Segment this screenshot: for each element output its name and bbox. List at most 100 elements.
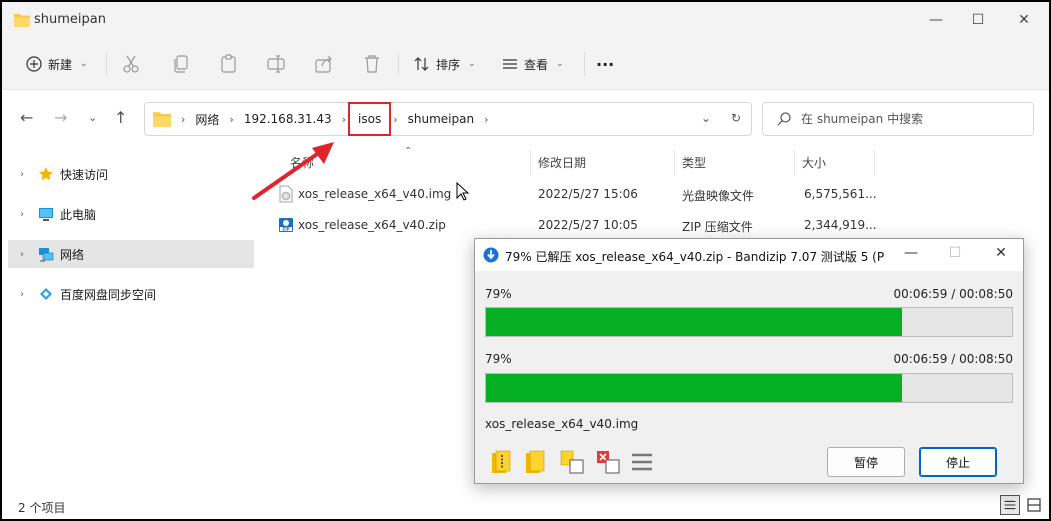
- sidebar-item-label: 网络: [60, 247, 85, 262]
- folder-icon: [14, 14, 30, 27]
- sort-icon: [414, 57, 429, 71]
- navigation-pane: › 快速访问 › 此电脑 › 网络 › 百度网盘同步空间: [2, 146, 258, 491]
- current-file-label: xos_release_x64_v40.img: [485, 417, 639, 431]
- progress-time-label: 00:06:59 / 00:08:50: [893, 352, 1013, 366]
- zip-file-icon: ZIP: [279, 218, 293, 232]
- chevron-down-icon: ⌄: [80, 59, 88, 69]
- divider: [106, 52, 107, 76]
- more-options-button[interactable]: ···: [596, 52, 614, 76]
- file-date: 2022/5/27 15:06: [538, 187, 638, 201]
- cut-icon[interactable]: [122, 54, 140, 74]
- back-arrow-icon[interactable]: ←: [20, 108, 33, 127]
- sort-label: 排序: [436, 57, 461, 72]
- chevron-right-icon: ›: [484, 112, 489, 126]
- column-divider[interactable]: [794, 150, 795, 176]
- pause-button[interactable]: 暂停: [827, 447, 905, 477]
- address-bar[interactable]: › 网络 › 192.168.31.43 › isos › shumeipan …: [144, 102, 752, 136]
- close-button[interactable]: ✕: [1014, 10, 1034, 30]
- tiles-view-icon[interactable]: [1024, 495, 1044, 515]
- network-icon: [39, 248, 54, 262]
- title-bar: shumeipan — ☐ ✕: [2, 2, 1049, 38]
- dialog-close-button[interactable]: ✕: [991, 245, 1011, 261]
- sidebar-item-label: 百度网盘同步空间: [60, 287, 157, 302]
- progress-bar-total: [485, 373, 1013, 403]
- search-icon: [777, 112, 791, 126]
- chevron-right-icon[interactable]: ›: [12, 289, 32, 300]
- chevron-right-icon[interactable]: ›: [12, 209, 32, 220]
- view-label: 查看: [524, 57, 549, 72]
- open-output-folder-icon[interactable]: [523, 449, 549, 475]
- dialog-minimize-button[interactable]: —: [901, 245, 921, 261]
- bandizip-icon: [483, 247, 499, 263]
- progress-percent-label: 79%: [485, 352, 512, 366]
- delete-icon[interactable]: [363, 54, 381, 74]
- column-divider[interactable]: [674, 150, 675, 176]
- new-label: 新建: [48, 57, 73, 72]
- folder-icon: [153, 112, 171, 127]
- sidebar-item-label: 此电脑: [60, 207, 97, 222]
- progress-time-label: 00:06:59 / 00:08:50: [893, 287, 1013, 301]
- plus-circle-icon: [26, 56, 42, 72]
- column-divider[interactable]: [874, 150, 875, 176]
- svg-text:ZIP: ZIP: [282, 227, 289, 232]
- computer-icon: [39, 208, 53, 221]
- share-icon[interactable]: [315, 54, 333, 74]
- sidebar-item-quick-access[interactable]: › 快速访问: [8, 160, 254, 188]
- progress-fill: [486, 308, 902, 336]
- address-history-chevron-icon[interactable]: ⌄: [701, 111, 711, 125]
- table-row[interactable]: ZIP xos_release_x64_v40.zip 2022/5/27 10…: [274, 212, 894, 238]
- search-box[interactable]: [762, 102, 1034, 136]
- rename-icon[interactable]: [267, 54, 285, 74]
- stop-button[interactable]: 停止: [919, 447, 997, 477]
- file-size: 2,344,919...: [804, 218, 877, 232]
- divider: [398, 52, 399, 76]
- breadcrumb-current[interactable]: shumeipan: [408, 112, 474, 126]
- sort-ascending-icon: ⌃: [404, 146, 413, 157]
- paste-icon[interactable]: [220, 54, 238, 74]
- window-title: shumeipan: [34, 12, 106, 27]
- chevron-right-icon[interactable]: ›: [12, 249, 32, 260]
- chevron-right-icon: ›: [341, 112, 347, 126]
- baidu-sync-icon: [40, 288, 52, 300]
- new-button[interactable]: 新建 ⌄: [26, 52, 88, 76]
- table-row[interactable]: xos_release_x64_v40.img 2022/5/27 15:06 …: [274, 181, 894, 207]
- refresh-icon[interactable]: ↻: [731, 111, 741, 125]
- minimize-button[interactable]: —: [926, 10, 946, 30]
- command-bar: 新建 ⌄ 排序 ⌄ 查看 ⌄ ···: [2, 38, 1049, 90]
- sort-button[interactable]: 排序 ⌄: [414, 52, 476, 76]
- column-header-type[interactable]: 类型: [682, 154, 706, 171]
- sidebar-item-this-pc[interactable]: › 此电脑: [8, 200, 254, 228]
- file-type: 光盘映像文件: [682, 189, 755, 203]
- breadcrumb-host[interactable]: 192.168.31.43: [244, 112, 332, 126]
- copy-to-folder-icon[interactable]: [559, 449, 585, 475]
- forward-arrow-icon[interactable]: →: [54, 108, 67, 127]
- dialog-title-bar: 79% 已解压 xos_release_x64_v40.zip - Bandiz…: [475, 239, 1023, 271]
- chevron-down-icon: ⌄: [556, 59, 564, 69]
- sidebar-item-label: 快速访问: [60, 167, 109, 182]
- progress-bar-current: [485, 307, 1013, 337]
- breadcrumb-network[interactable]: 网络: [195, 111, 219, 128]
- details-view-icon[interactable]: [1000, 495, 1020, 515]
- open-archive-folder-icon[interactable]: [489, 449, 515, 475]
- recent-locations-icon[interactable]: ⌄: [88, 111, 97, 124]
- item-count: 2 个项目: [18, 501, 66, 515]
- file-name: xos_release_x64_v40.zip: [298, 218, 446, 232]
- search-input[interactable]: [801, 112, 1011, 126]
- divider: [584, 52, 585, 76]
- star-icon: [38, 167, 54, 181]
- menu-lines-icon[interactable]: [629, 449, 655, 475]
- breadcrumb-isos-highlighted[interactable]: isos: [348, 102, 392, 136]
- delete-archive-icon[interactable]: [595, 449, 621, 475]
- maximize-button[interactable]: ☐: [968, 10, 988, 30]
- view-button[interactable]: 查看 ⌄: [502, 52, 564, 76]
- annotation-arrow-icon: [252, 142, 334, 200]
- sidebar-item-network[interactable]: › 网络: [8, 240, 254, 268]
- up-arrow-icon[interactable]: ↑: [114, 108, 127, 127]
- sidebar-item-baidu-sync[interactable]: › 百度网盘同步空间: [8, 280, 254, 308]
- copy-icon[interactable]: [172, 54, 190, 74]
- column-divider[interactable]: [530, 150, 531, 176]
- column-header-size[interactable]: 大小: [802, 154, 826, 171]
- mouse-cursor-icon: [456, 182, 470, 201]
- chevron-right-icon[interactable]: ›: [12, 169, 32, 180]
- column-header-date[interactable]: 修改日期: [538, 154, 586, 171]
